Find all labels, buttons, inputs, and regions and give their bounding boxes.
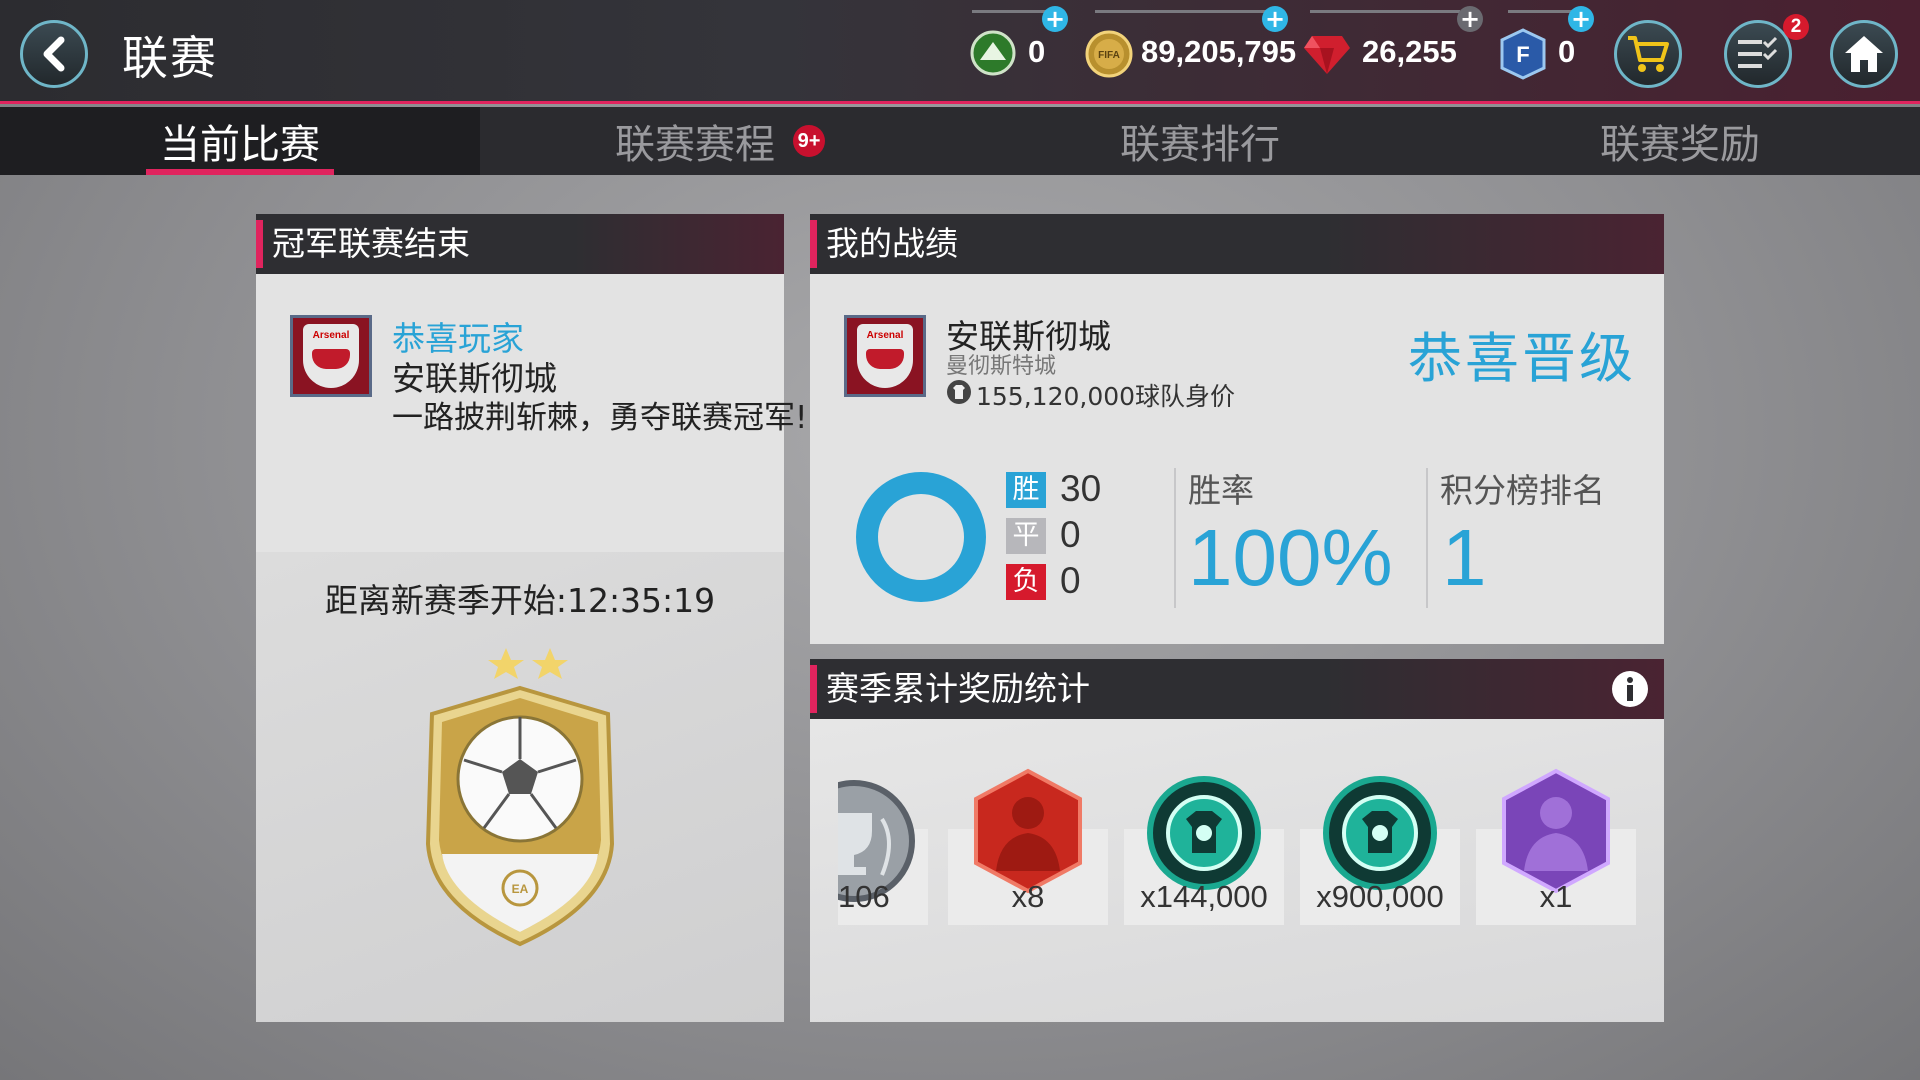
jersey-icon	[947, 380, 971, 404]
top-bar: 联赛 + 0 + FIFA 89,205,795 + 26,255 + F 0 …	[0, 0, 1920, 104]
fifa-points-icon: F	[1500, 28, 1546, 80]
team-crest: Arsenal	[290, 315, 372, 397]
divider	[1174, 468, 1176, 608]
checklist-icon	[1738, 36, 1778, 68]
tab-label: 联赛赛程	[615, 122, 775, 168]
promotion-status: 恭喜晋级	[1408, 327, 1636, 390]
team-subname: 曼彻斯特城	[946, 354, 1057, 379]
draw-tag: 平	[1006, 518, 1046, 554]
tab-league-rewards[interactable]: 联赛奖励	[1440, 107, 1920, 175]
tab-league-ranking[interactable]: 联赛排行	[960, 107, 1440, 175]
team-crest: Arsenal	[844, 315, 926, 397]
tab-current-match[interactable]: 当前比赛	[0, 107, 480, 175]
loss-tag: 负	[1006, 564, 1046, 600]
team-value: 155,120,000球队身价	[976, 382, 1236, 411]
fifa-coin-icon: FIFA	[1085, 30, 1133, 78]
win-rate-label: 胜率	[1188, 471, 1254, 510]
red-player-token-icon	[974, 768, 1082, 894]
gem-icon	[1304, 36, 1350, 74]
grass-icon	[970, 30, 1016, 76]
divider	[1426, 468, 1428, 608]
points-value: 0	[1558, 34, 1576, 69]
reward-count: x144,000	[1140, 879, 1268, 914]
active-tab-underline	[146, 169, 334, 175]
tab-label: 当前比赛	[160, 122, 320, 168]
currency-grass: + 0	[970, 0, 1070, 104]
schedule-badge: 9+	[793, 125, 825, 157]
cart-icon	[1628, 36, 1669, 72]
rank-label: 积分榜排名	[1440, 471, 1605, 510]
champion-message: 一路披荆斩棘，勇夺联赛冠军!	[392, 400, 808, 436]
tab-label: 联赛奖励	[1600, 122, 1760, 168]
reward-count: x8	[1011, 879, 1045, 914]
currency-coins: + FIFA 89,205,795	[1085, 0, 1296, 104]
tasks-badge: 2	[1783, 14, 1809, 40]
win-tag: 胜	[1006, 472, 1046, 508]
draws-count: 0	[1060, 514, 1081, 555]
kit-token-icon	[1147, 776, 1261, 890]
champion-panel: 冠军联赛结束 Arsenal 恭喜玩家 安联斯彻城 一路披荆斩棘，勇夺联赛冠军!…	[256, 214, 807, 1022]
info-icon[interactable]	[1610, 669, 1650, 709]
champion-panel-title: 冠军联赛结束	[256, 214, 784, 274]
add-points-button[interactable]: +	[1568, 6, 1594, 32]
store-button[interactable]	[1614, 20, 1682, 88]
add-grass-button[interactable]: +	[1042, 6, 1068, 32]
league-shield-badge-icon: EA	[425, 648, 615, 947]
tab-league-schedule[interactable]: 联赛赛程 9+	[480, 107, 960, 175]
reward-count: x900,000	[1316, 879, 1444, 914]
reward-count: 106	[838, 879, 890, 914]
chevron-left-icon	[43, 36, 65, 72]
currency-gems: + 26,255	[1300, 0, 1483, 104]
countdown-area: 距离新赛季开始:12:35:19 EA	[256, 552, 784, 1022]
page-title: 联赛	[122, 31, 218, 85]
win-rate-value: 100%	[1188, 513, 1393, 602]
tasks-button[interactable]	[1724, 20, 1792, 88]
season-countdown: 距离新赛季开始:12:35:19	[324, 581, 716, 620]
tab-bar: 当前比赛 联赛赛程 9+ 联赛排行 联赛奖励	[0, 107, 1920, 175]
rewards-strip: 106 x8 x144,000 x900,000 x1	[810, 719, 1664, 1022]
wins-count: 30	[1060, 468, 1102, 509]
grass-value: 0	[1028, 34, 1046, 69]
tab-label: 联赛排行	[1120, 122, 1280, 168]
svg-text:FIFA: FIFA	[1098, 50, 1120, 61]
home-icon	[1845, 36, 1883, 72]
rewards-panel-title: 赛季累计奖励统计	[810, 659, 1664, 719]
svg-text:EA: EA	[512, 882, 529, 896]
kit-token-icon	[1323, 776, 1437, 890]
add-gems-button[interactable]: +	[1457, 6, 1483, 32]
home-button[interactable]	[1830, 20, 1898, 88]
losses-count: 0	[1060, 560, 1081, 601]
record-panel: 我的战绩 Arsenal 安联斯彻城 曼彻斯特城 155,120,000球队身价…	[810, 214, 1664, 644]
purple-player-token-icon	[1502, 768, 1610, 894]
coins-value: 89,205,795	[1141, 34, 1297, 69]
rank-value: 1	[1442, 513, 1487, 602]
currency-points: + F 0	[1498, 0, 1598, 104]
add-coins-button[interactable]: +	[1262, 6, 1288, 32]
reward-count: x1	[1539, 879, 1573, 914]
record-panel-title: 我的战绩	[810, 214, 1664, 274]
win-ring-chart	[856, 472, 986, 602]
gems-value: 26,255	[1362, 34, 1457, 69]
svg-text:F: F	[1516, 42, 1529, 67]
rewards-panel: 赛季累计奖励统计 106 x8 x144,000 x900,000 x1	[810, 659, 1664, 1022]
back-button[interactable]	[20, 20, 88, 88]
